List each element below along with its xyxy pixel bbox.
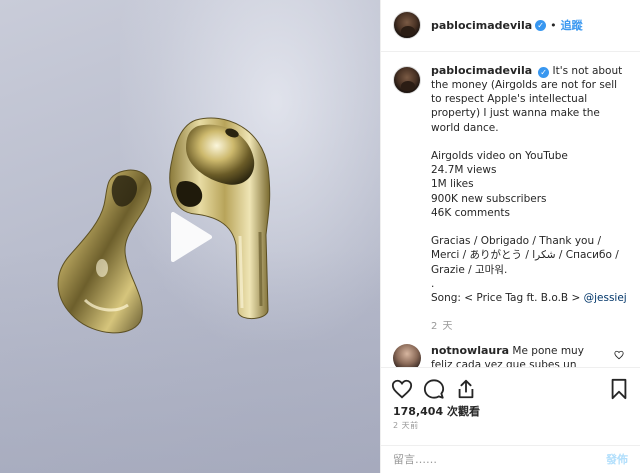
play-button[interactable] [160,208,218,266]
follow-button[interactable]: 追蹤 [561,17,583,33]
action-bar [381,367,640,403]
publish-button[interactable]: 發佈 [606,451,628,467]
share-icon[interactable] [455,378,477,400]
comment-text: notnowlaura Me pone muy feliz cada vez q… [431,344,593,367]
comment-icon[interactable] [423,378,445,400]
add-comment-bar: 發佈 [381,444,640,473]
comments-list[interactable]: pablocimadevila ✓ It's not about the mone… [381,52,640,368]
comment-item: notnowlaura Me pone muy feliz cada vez q… [393,344,628,368]
view-count[interactable]: 178,404 次觀看 [381,403,640,420]
heart-icon[interactable] [391,378,413,400]
commenter-avatar[interactable] [393,344,421,368]
author-avatar[interactable] [393,11,421,40]
view-count-label: 次觀看 [446,405,480,419]
caption-username[interactable]: pablocimadevila [431,64,532,77]
author-username[interactable]: pablocimadevila [431,19,532,32]
play-icon [171,212,212,262]
caption-text: pablocimadevila ✓ It's not about the mone… [431,64,627,305]
separator-dot: • [550,18,557,32]
instagram-post: pablocimadevila ✓ • 追蹤 pablocimadevila ✓ … [0,0,640,473]
caption: pablocimadevila ✓ It's not about the mone… [393,64,628,305]
caption-author-avatar[interactable] [393,65,421,94]
caption-body: It's not about the money (Airgolds are n… [431,64,623,305]
bookmark-icon[interactable] [608,378,630,400]
view-count-number: 178,404 [393,405,444,419]
verified-badge-icon: ✓ [538,66,550,78]
commenter-username[interactable]: notnowlaura [431,344,509,357]
post-details-panel: pablocimadevila ✓ • 追蹤 pablocimadevila ✓ … [380,0,640,473]
post-timestamp[interactable]: 2 天前 [381,420,640,444]
mention-link[interactable]: @jessiej [584,292,627,304]
caption-time[interactable]: 2 天 [431,317,628,332]
verified-badge-icon: ✓ [535,19,547,31]
post-header: pablocimadevila ✓ • 追蹤 [381,0,640,52]
post-video[interactable] [0,0,380,473]
comment-like-icon[interactable] [614,350,624,360]
comment-input[interactable] [393,452,606,466]
